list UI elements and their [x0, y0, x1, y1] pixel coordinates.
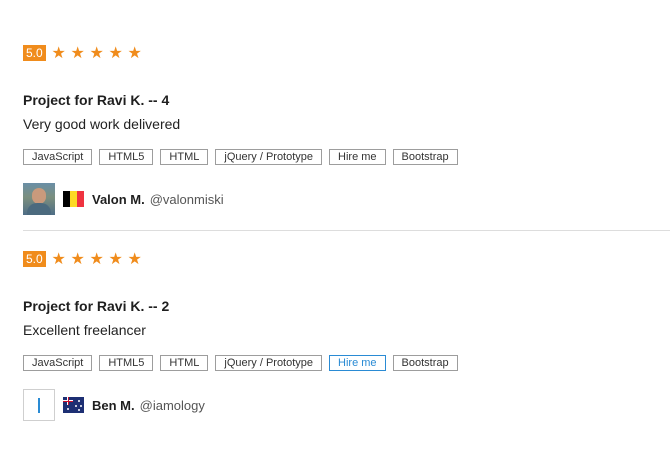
skill-tag[interactable]: HTML5: [99, 149, 154, 165]
avatar[interactable]: [23, 389, 55, 421]
skill-tag[interactable]: Bootstrap: [392, 355, 458, 371]
skill-tag[interactable]: Bootstrap: [392, 149, 458, 165]
star-icon: ★: [51, 43, 66, 62]
avatar-placeholder-icon: [38, 398, 40, 413]
star-icon: ★: [108, 43, 123, 62]
review-text: Very good work delivered: [23, 116, 181, 132]
reviewer-handle: @iamology: [139, 397, 205, 413]
star-icon: ★: [127, 43, 142, 62]
belgium-flag-icon: [63, 191, 84, 207]
avatar[interactable]: [23, 183, 55, 215]
skill-tags: JavaScript HTML5 HTML jQuery / Prototype…: [23, 355, 670, 371]
skill-tag[interactable]: jQuery / Prototype: [215, 355, 323, 371]
star-icon: ★: [51, 249, 66, 268]
star-rating: ★ ★ ★ ★ ★: [50, 45, 144, 61]
reviewer: Valon M. @valonmiski: [23, 183, 670, 215]
star-icon: ★: [89, 43, 104, 62]
skill-tag[interactable]: HTML: [160, 355, 209, 371]
project-title[interactable]: Project for Ravi K. -- 4: [23, 91, 670, 109]
reviewer-name[interactable]: Valon M.: [92, 192, 145, 207]
skill-tags: JavaScript HTML5 HTML jQuery / Prototype…: [23, 149, 670, 165]
star-icon: ★: [108, 249, 123, 268]
reviewer: Ben M. @iamology: [23, 389, 670, 421]
skill-tag-active[interactable]: Hire me: [329, 355, 386, 371]
skill-tag[interactable]: JavaScript: [23, 149, 93, 165]
avatar-body: [27, 203, 51, 215]
star-icon: ★: [70, 43, 85, 62]
rating-row: 5.0 ★ ★ ★ ★ ★: [23, 45, 670, 61]
review-card: 5.0 ★ ★ ★ ★ ★ Project for Ravi K. -- 2 E…: [23, 251, 670, 421]
star-rating: ★ ★ ★ ★ ★: [50, 251, 144, 267]
rating-badge: 5.0: [23, 251, 46, 267]
reviewer-name[interactable]: Ben M.: [92, 398, 135, 413]
star-icon: ★: [89, 249, 104, 268]
australia-flag-icon: [63, 397, 84, 413]
star-icon: ★: [70, 249, 85, 268]
skill-tag[interactable]: Hire me: [329, 149, 386, 165]
review-card: 5.0 ★ ★ ★ ★ ★ Project for Ravi K. -- 4 V…: [23, 45, 670, 215]
star-icon: ★: [127, 249, 142, 268]
divider: [23, 230, 670, 231]
avatar-face: [32, 188, 46, 204]
skill-tag[interactable]: JavaScript: [23, 355, 93, 371]
review-text: Excellent freelancer: [23, 322, 146, 338]
rating-row: 5.0 ★ ★ ★ ★ ★: [23, 251, 670, 267]
reviews-list: 5.0 ★ ★ ★ ★ ★ Project for Ravi K. -- 4 V…: [0, 0, 670, 475]
rating-badge: 5.0: [23, 45, 46, 61]
reviewer-handle: @valonmiski: [149, 191, 224, 207]
skill-tag[interactable]: HTML5: [99, 355, 154, 371]
project-title[interactable]: Project for Ravi K. -- 2: [23, 297, 670, 315]
skill-tag[interactable]: HTML: [160, 149, 209, 165]
skill-tag[interactable]: jQuery / Prototype: [215, 149, 323, 165]
